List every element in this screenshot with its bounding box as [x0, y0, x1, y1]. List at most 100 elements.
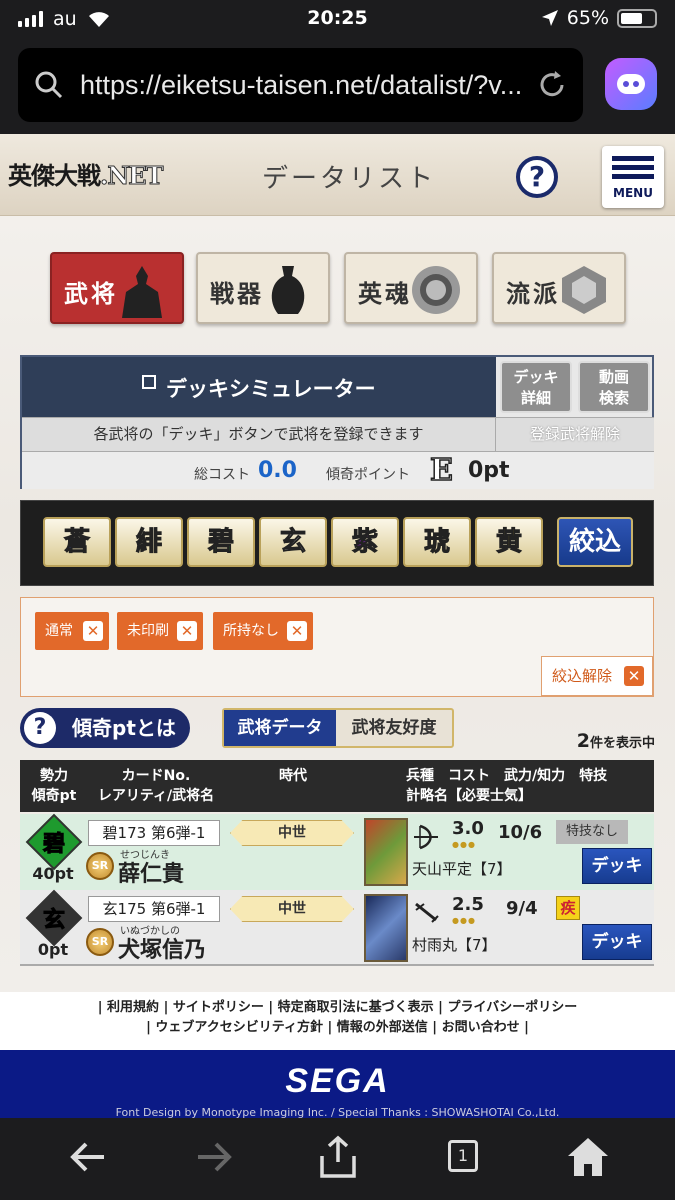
table-row: 玄 0pt 玄175 第6弾-1 SR いぬづかしの 犬塚信乃 中世 2.5 ●…	[20, 889, 654, 966]
tag-label: 未印刷	[127, 623, 169, 639]
busho-name[interactable]: 薛仁貴	[118, 856, 184, 888]
active-filters: 通常 ✕ 未印刷 ✕ 所持なし ✕ 絞込解除 ✕	[20, 597, 654, 697]
video-search-button[interactable]: 動画 検索	[578, 361, 650, 413]
footer-links-line1[interactable]: | 利用規約 | サイトポリシー | 特定商取引法に基づく表示 | プライバシー…	[0, 998, 675, 1018]
category-label: 流派	[506, 279, 560, 308]
menu-label: MENU	[613, 186, 653, 200]
category-senki-button[interactable]: 戦器	[196, 252, 330, 324]
busho-name[interactable]: 犬塚信乃	[118, 932, 206, 964]
kabuki-point-value: 0pt	[468, 458, 510, 483]
faction-ki-button[interactable]: 黄	[475, 517, 543, 567]
site-logo[interactable]: 英傑大戦.NET	[8, 156, 164, 191]
data-tabs: 武将データ 武将友好度	[222, 708, 454, 748]
deck-simulator: デッキシミュレーター デッキ 詳細 動画 検索 各武将の「デッキ」ボタンで武将を…	[20, 355, 654, 489]
header-rarity-name-label: レアリティ/武将名	[97, 788, 215, 804]
close-icon[interactable]: ✕	[177, 621, 197, 641]
clear-filter-button[interactable]: 絞込解除 ✕	[541, 656, 653, 696]
faction-emblem-label: 玄	[42, 907, 65, 934]
category-busho-button[interactable]: 武将	[50, 252, 184, 324]
tab-busho-data[interactable]: 武将データ	[224, 710, 336, 746]
deck-summary: 総コスト 0.0 傾奇ポイント E 0pt	[22, 451, 654, 489]
add-to-deck-button[interactable]: デッキ	[582, 924, 652, 960]
warrior-silhouette-icon	[122, 266, 162, 318]
header-card-no-label: カードNo.	[121, 768, 191, 784]
logo-net: .NET	[99, 161, 163, 191]
vase-icon	[271, 266, 305, 314]
header-era: 時代	[279, 768, 307, 784]
add-to-deck-button[interactable]: デッキ	[582, 848, 652, 884]
category-label: 武将	[64, 279, 118, 308]
filter-tag-unprinted[interactable]: 未印刷 ✕	[117, 612, 203, 650]
question-icon: ?	[24, 712, 56, 744]
url-text: https://eiketsu-taisen.net/datalist/?v..…	[80, 69, 520, 100]
battery-icon	[617, 8, 657, 28]
page-title: データリスト	[262, 164, 437, 194]
sega-logo[interactable]: SEGA	[0, 1062, 675, 1101]
close-icon[interactable]: ✕	[83, 621, 103, 641]
kabuki-pt: 40pt	[32, 864, 74, 883]
faction-filter-bar: 蒼 緋 碧 玄 紫 琥 黄 絞込	[20, 500, 654, 586]
strategy-name: 村雨丸【7】	[412, 936, 497, 954]
deck-simulator-title: デッキシミュレーター	[166, 376, 376, 401]
deck-detail-label-1: デッキ	[513, 368, 559, 386]
site-header: 英傑大戦.NET データリスト ?	[0, 134, 675, 216]
menu-button[interactable]: MENU	[602, 146, 664, 208]
table-row: 碧 40pt 碧173 第6弾-1 SR せつじんき 薛仁貴 中世 3.0 ●●…	[20, 813, 654, 890]
faction-ao-button[interactable]: 蒼	[43, 517, 111, 567]
close-icon[interactable]: ✕	[287, 621, 307, 641]
total-cost-value: 0.0	[258, 458, 297, 483]
video-search-label-1: 動画	[598, 368, 629, 386]
header-stats: 兵種 コスト 武力/知力 特技 計略名【必要士気】	[406, 766, 654, 806]
card-number: 玄175 第6弾-1	[88, 896, 220, 922]
sega-footer: SEGA Font Design by Monotype Imaging Inc…	[0, 1050, 675, 1118]
faction-emblem-label: 碧	[42, 831, 65, 858]
kabuki-point-label: 傾奇ポイント	[326, 467, 410, 483]
kabuki-pt-info-button[interactable]: ? 傾奇ptとは	[20, 708, 190, 748]
tabs-count: 1	[448, 1140, 478, 1172]
filter-tag-normal[interactable]: 通常 ✕	[35, 612, 109, 650]
deck-detail-label-2: 詳細	[520, 389, 551, 407]
cost-value: 3.0	[452, 818, 484, 839]
power-intellect: 10/6	[498, 822, 543, 843]
faction-hi-button[interactable]: 緋	[115, 517, 183, 567]
faction-ko-button[interactable]: 琥	[403, 517, 471, 567]
morale-dots: ●●●	[452, 916, 476, 925]
back-icon[interactable]	[64, 1134, 112, 1180]
home-icon[interactable]	[564, 1134, 612, 1180]
tabs-icon[interactable]: 1	[440, 1134, 488, 1180]
card-number: 碧173 第6弾-1	[88, 820, 220, 846]
close-icon: ✕	[624, 666, 644, 686]
release-registered-button[interactable]: 登録武将解除	[496, 417, 654, 451]
footer-links-line2[interactable]: | ウェブアクセシビリティ方針 | 情報の外部送信 | お問い合わせ |	[0, 1018, 675, 1038]
hexagon-crest-icon	[562, 266, 606, 314]
help-button[interactable]: ?	[516, 156, 558, 198]
rarity-badge: SR	[86, 928, 114, 956]
faction-midori-button[interactable]: 碧	[187, 517, 255, 567]
bot-icon[interactable]	[605, 58, 657, 110]
reload-icon[interactable]	[535, 68, 569, 102]
result-count-number: 2	[576, 730, 590, 752]
location-icon	[541, 10, 558, 26]
card-portrait[interactable]	[364, 894, 408, 962]
video-search-label-2: 検索	[598, 389, 629, 407]
category-eikon-button[interactable]: 英魂	[344, 252, 478, 324]
filter-tag-not-owned[interactable]: 所持なし ✕	[213, 612, 313, 650]
cost-value: 2.5	[452, 894, 484, 915]
header-stats-label: 兵種 コスト 武力/知力 特技	[406, 768, 608, 784]
header-faction-label: 勢力	[40, 768, 68, 784]
category-ryuha-button[interactable]: 流派	[492, 252, 626, 324]
forward-icon[interactable]	[190, 1134, 238, 1180]
card-portrait[interactable]	[364, 818, 408, 886]
deck-detail-button[interactable]: デッキ 詳細	[500, 361, 572, 413]
tab-busho-friendship[interactable]: 武将友好度	[336, 710, 452, 746]
share-icon[interactable]	[314, 1134, 362, 1180]
category-label: 戦器	[210, 279, 264, 308]
search-icon	[35, 71, 63, 99]
kabuki-rank: E	[429, 452, 453, 489]
header-strategy-label: 計略名【必要士気】	[406, 788, 532, 804]
faction-kuro-button[interactable]: 玄	[259, 517, 327, 567]
filter-button[interactable]: 絞込	[557, 517, 633, 567]
faction-murasaki-button[interactable]: 紫	[331, 517, 399, 567]
footer-links: | 利用規約 | サイトポリシー | 特定商取引法に基づく表示 | プライバシー…	[0, 998, 675, 1038]
url-field[interactable]: https://eiketsu-taisen.net/datalist/?v..…	[18, 48, 583, 122]
